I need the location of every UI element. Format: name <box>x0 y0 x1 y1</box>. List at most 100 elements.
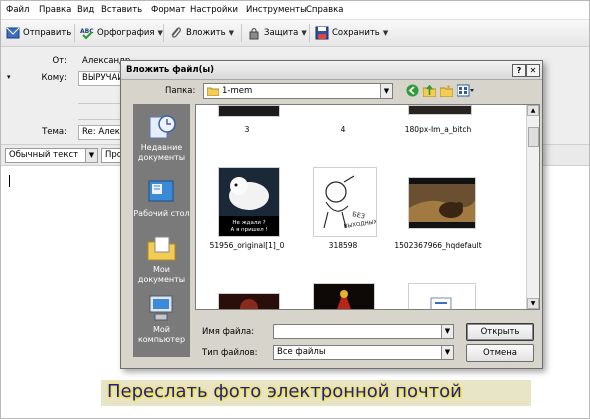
spellcheck-button[interactable]: ABC Орфография ▼ <box>80 24 163 42</box>
toolbar-separator <box>241 24 242 42</box>
attach-file-dialog: Вложить файл(ы) ? ✕ Папка: 1-mem ▼ ✶ Нед… <box>120 60 543 369</box>
file-thumbnail[interactable] <box>408 105 472 115</box>
to-label: Кому: <box>41 73 67 83</box>
filename-input[interactable]: ▼ <box>273 324 454 339</box>
lock-icon <box>249 28 259 40</box>
folder-value: 1-mem <box>222 86 253 96</box>
place-recent[interactable]: Недавние документы <box>133 112 190 163</box>
file-list-scrollbar[interactable]: ▲ ▼ <box>526 105 539 309</box>
dialog-title: Вложить файл(ы) <box>126 65 215 75</box>
menu-settings[interactable]: Настройки <box>190 5 238 15</box>
app-window: Файл Правка Вид Вставить Формат Настройк… <box>0 0 590 419</box>
menu-help[interactable]: Справка <box>306 5 343 15</box>
folder-combo[interactable]: 1-mem ▼ <box>203 83 393 99</box>
dark-red-image <box>219 294 279 309</box>
cancel-button[interactable]: Отмена <box>466 344 534 362</box>
spellcheck-label: Орфография <box>97 28 155 38</box>
place-desktop-label: Рабочий стол <box>133 209 190 218</box>
menu-view[interactable]: Вид <box>77 5 94 15</box>
folder-icon <box>207 87 219 96</box>
menu-format[interactable]: Формат <box>151 5 186 15</box>
chevron-down-icon: ▼ <box>441 346 453 359</box>
svg-text:✶: ✶ <box>446 84 451 91</box>
my-documents-icon <box>147 236 175 261</box>
subject-label: Тема: <box>42 127 67 137</box>
caption-text: Переслать фото электронной почтой <box>107 381 462 402</box>
open-button[interactable]: Открыть <box>466 323 534 341</box>
place-my-computer-label: Мой компьютер <box>137 325 186 344</box>
menu-insert[interactable]: Вставить <box>101 5 142 15</box>
file-name[interactable]: 51956_original[1]_0 <box>202 241 292 250</box>
attach-label: Вложить <box>186 28 226 38</box>
file-thumbnail[interactable]: Не ждали ? А я пришел ! <box>218 167 280 237</box>
chevron-down-icon: ▼ <box>441 325 453 338</box>
file-name[interactable]: 318598 <box>298 241 388 250</box>
paperclip-icon <box>171 27 181 38</box>
sketch-image: БЕЗ ВЫХОДНЫХ!!! <box>314 168 376 236</box>
text-cursor <box>9 175 10 187</box>
snow-fox-image: Не ждали ? А я пришел ! <box>219 168 279 236</box>
spellcheck-icon: ABC <box>80 28 94 40</box>
place-desktop[interactable]: Рабочий стол <box>133 178 190 219</box>
my-computer-icon <box>149 295 172 321</box>
scroll-up-icon[interactable]: ▲ <box>527 105 539 116</box>
file-thumbnail[interactable] <box>218 105 280 117</box>
thumbnail-caption: А я пришел ! <box>230 227 267 233</box>
up-folder-icon[interactable] <box>423 84 436 97</box>
file-list[interactable]: 3 4 180px-Im_a_bitch Не ждали ? А я приш… <box>195 104 540 310</box>
chevron-down-icon[interactable]: ▼ <box>229 29 234 37</box>
thumbnail-caption: Не ждали ? <box>232 220 265 226</box>
scroll-thumb[interactable] <box>528 127 539 147</box>
toolbar-separator <box>163 24 164 42</box>
close-button[interactable]: ✕ <box>526 64 540 77</box>
chevron-down-icon: ▼ <box>380 84 392 98</box>
file-name[interactable]: 4 <box>298 125 388 134</box>
chevron-down-icon: ▼ <box>85 149 97 162</box>
place-my-computer[interactable]: Мой компьютер <box>133 294 190 345</box>
svg-text:ABC: ABC <box>80 28 94 35</box>
filetype-value: Все файлы <box>277 347 326 357</box>
eagle-image <box>314 284 374 309</box>
dialog-title-bar: Вложить файл(ы) ? ✕ <box>121 61 542 80</box>
chevron-down-icon[interactable]: ▼ <box>301 29 306 37</box>
floppy-icon <box>315 26 329 40</box>
toolbar-separator <box>309 24 310 42</box>
attach-button[interactable]: Вложить ▼ <box>169 24 234 42</box>
send-button[interactable]: Отправить <box>6 24 71 42</box>
toolbar: Отправить ABC Орфография ▼ Вложить ▼ Защ… <box>1 20 589 47</box>
new-folder-icon[interactable]: ✶ <box>440 84 453 97</box>
send-icon <box>6 27 20 39</box>
chevron-down-icon[interactable]: ▼ <box>383 29 388 37</box>
filetype-select[interactable]: Все файлы ▼ <box>273 345 454 360</box>
security-button[interactable]: Защита ▼ <box>247 24 307 42</box>
menu-tools[interactable]: Инструменты <box>246 5 307 15</box>
menu-bar: Файл Правка Вид Вставить Формат Настройк… <box>1 1 589 20</box>
file-thumbnail[interactable] <box>313 283 375 309</box>
filename-label: Имя файла: <box>202 327 255 337</box>
menu-file[interactable]: Файл <box>6 5 29 15</box>
view-menu-icon[interactable] <box>457 84 475 97</box>
save-label: Сохранить <box>332 28 380 38</box>
desktop-icon <box>148 180 173 202</box>
bear-image <box>409 178 475 228</box>
back-icon[interactable] <box>406 84 419 97</box>
place-my-documents[interactable]: Мои документы <box>133 234 190 285</box>
folder-label: Папка: <box>165 86 196 96</box>
file-thumbnail[interactable] <box>408 283 476 309</box>
menu-edit[interactable]: Правка <box>39 5 71 15</box>
file-name[interactable]: 3 <box>202 125 292 134</box>
file-name[interactable]: 1502367966_hqdefault <box>393 241 483 250</box>
from-label: От: <box>52 56 67 66</box>
file-thumbnail[interactable]: БЕЗ ВЫХОДНЫХ!!! <box>313 167 377 237</box>
send-label: Отправить <box>23 28 72 38</box>
file-name[interactable]: 180px-Im_a_bitch <box>393 125 483 134</box>
paragraph-style-select[interactable]: Обычный текст ▼ <box>5 148 98 163</box>
scroll-down-icon[interactable]: ▼ <box>527 298 539 309</box>
help-button[interactable]: ? <box>512 64 526 77</box>
toolbar-separator <box>74 24 75 42</box>
file-thumbnail[interactable] <box>218 293 280 309</box>
save-button[interactable]: Сохранить ▼ <box>315 24 388 42</box>
caption-banner: Переслать фото электронной почтой <box>101 380 531 406</box>
file-thumbnail[interactable] <box>408 177 476 229</box>
place-my-documents-label: Мои документы <box>137 265 186 284</box>
